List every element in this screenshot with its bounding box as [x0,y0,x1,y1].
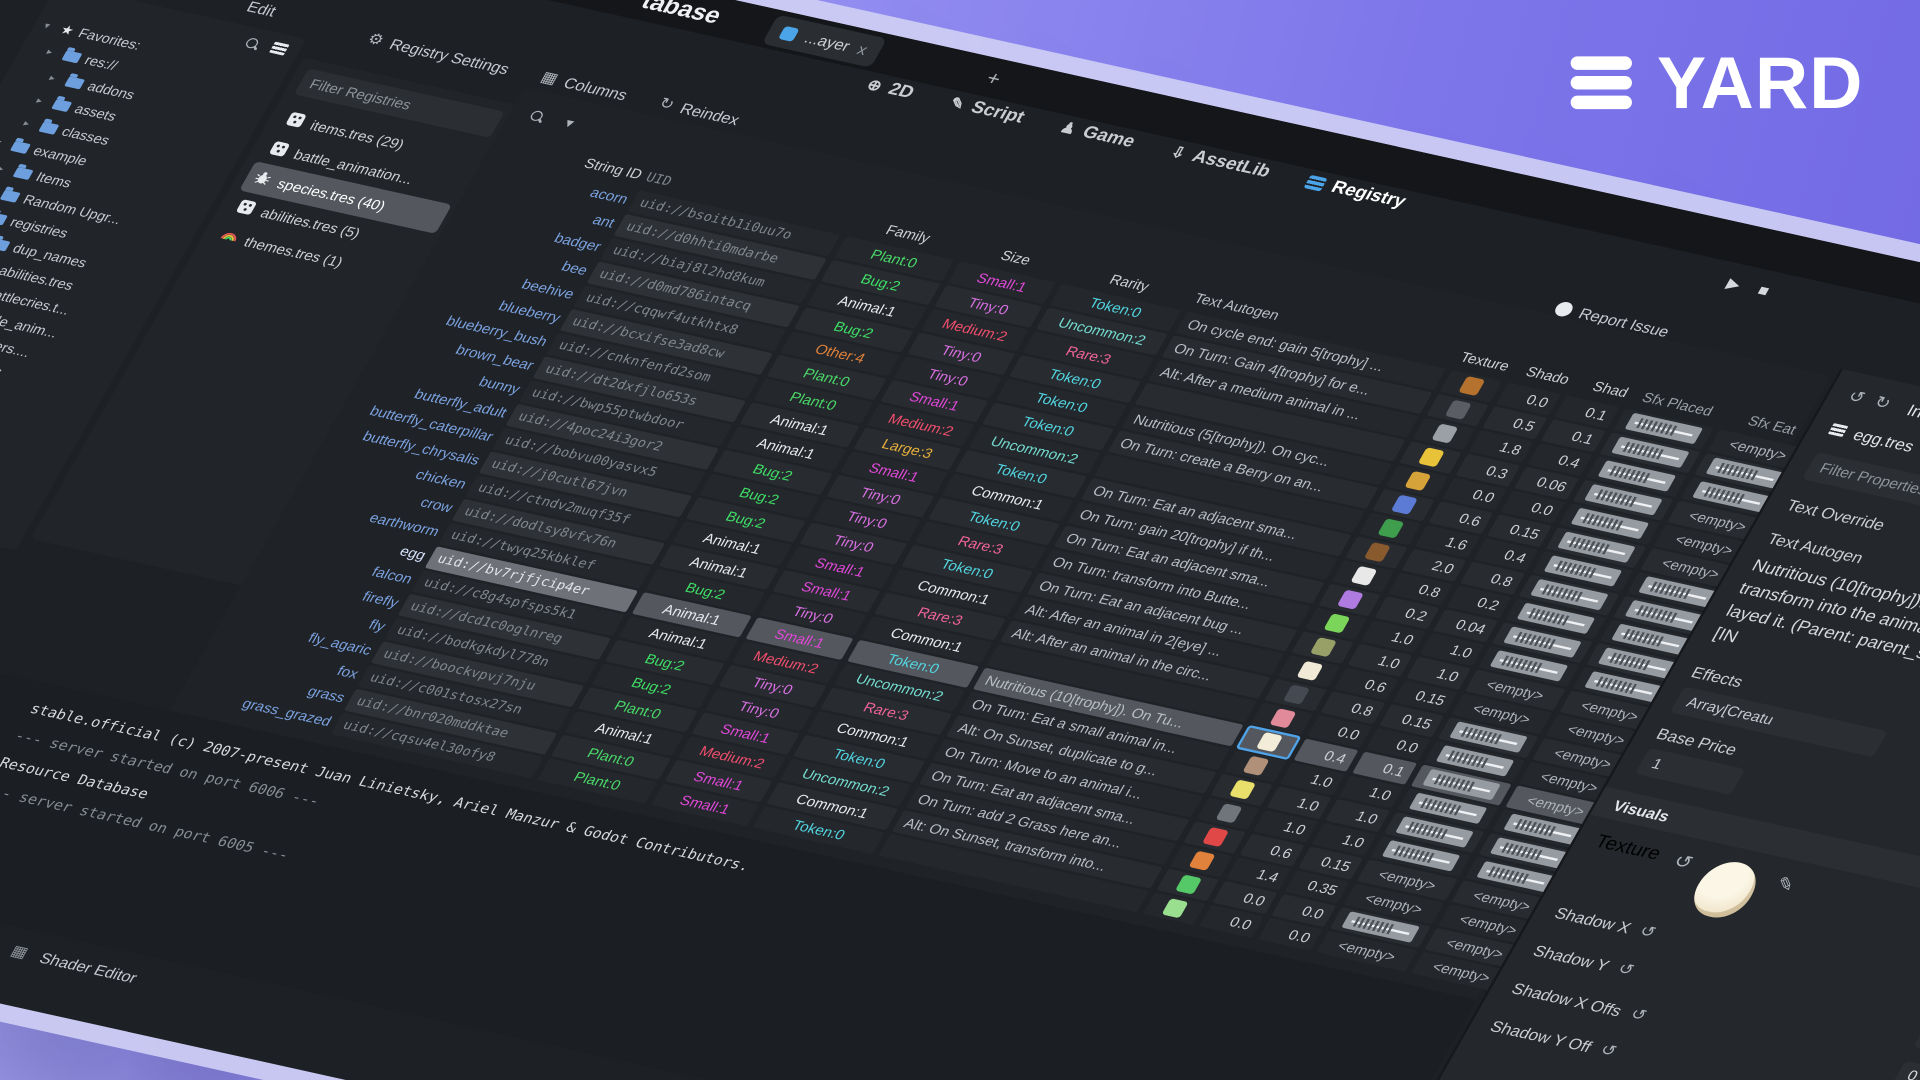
scene-tab-label: ...ayer [801,29,853,55]
resource-icon [1828,423,1848,437]
2d-icon: ⊕ [863,75,886,95]
species-texture-icon [1188,851,1215,871]
tree-arrow-icon: ▾ [42,20,58,32]
visuals-section[interactable]: Visuals [1610,796,1673,824]
registry-icon [1304,174,1328,191]
folder-icon [0,238,11,251]
species-texture-icon [1255,732,1282,752]
species-texture-icon [1417,447,1444,467]
script-icon: ✎ [946,93,969,113]
menu-edit[interactable]: Edit [244,0,280,20]
menu-file[interactable]: File [173,0,207,4]
history-back-icon[interactable]: ↺ [1844,386,1868,407]
star-icon: ★ [57,22,77,39]
tree-arrow-icon: ▾ [0,137,9,149]
species-texture-icon [1431,423,1458,443]
playback-controls: ▶ ■ [1723,274,1773,300]
resource-name: egg.tres [1850,426,1918,455]
tree-arrow-icon: ▸ [47,73,63,85]
tree-arrow-icon: ▸ [0,163,12,175]
yard-logo-text: YARD [1657,40,1864,125]
edit-texture-icon[interactable]: ✎ [1771,872,1799,897]
dice-icon [266,140,291,161]
species-texture-icon [1215,803,1242,823]
folder-icon [0,190,21,203]
species-texture-icon [1161,898,1188,918]
species-texture-icon [1296,661,1323,681]
tree-arrow-icon: ▸ [45,46,61,58]
species-texture-icon [1282,684,1309,704]
revert-icon[interactable]: ↺ [1669,850,1697,875]
scene-icon [778,25,800,41]
list-view-icon[interactable] [269,42,289,56]
filesystem-item-label: Items [33,170,74,190]
species-texture-icon [1201,827,1228,847]
property-label: Shadow Y Off [1487,1017,1595,1055]
revert-icon[interactable]: ↺ [1636,922,1659,942]
folder-icon [0,212,8,225]
revert-icon[interactable]: ↺ [1614,960,1637,980]
species-texture-icon [1363,542,1390,562]
tree-arrow-icon: ▸ [22,118,38,130]
game-icon: ♟ [1057,118,1081,138]
rainbow-icon [217,227,242,248]
folder-icon [13,167,34,180]
species-texture-icon [1350,566,1377,586]
species-texture-icon [1174,874,1201,894]
species-texture-icon [1444,400,1471,420]
property-label: Shadow Y [1530,941,1613,973]
species-texture-icon [1269,708,1296,728]
folder-icon [51,99,72,112]
texture-label: Texture [1591,832,1665,865]
close-icon[interactable]: x [854,41,871,59]
stop-icon[interactable]: ■ [1754,281,1773,300]
species-texture-icon [1458,376,1485,396]
assetlib-icon: ⇩ [1167,142,1190,162]
yard-logo: YARD [1571,40,1863,125]
search-icon[interactable] [241,36,263,52]
dice-icon [233,198,258,219]
gear-icon: ⚙ [364,29,388,49]
godot-editor-window: tabase ...ayer x + File Edit ⊕2D✎Script♟… [0,0,1920,1080]
bug-icon [250,169,275,190]
revert-icon[interactable]: ↺ [1627,1005,1650,1025]
history-forward-icon[interactable]: ↻ [1870,392,1894,413]
folder-icon [38,122,59,135]
dice-icon [283,110,308,131]
refresh-icon: ↻ [655,94,678,114]
play-icon[interactable]: ▶ [1723,274,1745,294]
species-texture-icon [1309,637,1336,657]
species-texture-icon [1336,589,1363,609]
property-label: Shadow X Offs [1509,979,1626,1019]
species-texture-icon [1242,756,1269,776]
revert-icon[interactable]: ↺ [1597,1041,1620,1061]
species-texture-icon [1228,779,1255,799]
property-value[interactable]: 0.1 [1892,1061,1920,1080]
species-texture-icon [1323,613,1350,633]
workspace-tab-label: 2D [885,79,918,102]
folder-icon [64,76,85,89]
tree-arrow-icon: ▸ [34,95,50,107]
species-texture-icon [1377,518,1404,538]
effects-label: Effects [1688,663,1746,690]
species-texture-icon [1404,471,1431,491]
yard-logo-icon [1571,56,1632,109]
folder-icon [61,50,82,63]
panel-grid-icon[interactable]: ▦ [7,942,32,963]
property-label: Shadow X [1552,904,1635,936]
filesystem-item-label: assets [72,102,119,124]
hero-background: YARD tabase ...ayer x + File Edit ⊕2D✎Sc… [0,0,1920,1080]
shader-editor-tab[interactable]: Shader Editor [37,949,141,986]
species-texture-icon [1390,494,1417,514]
registry-settings-button[interactable]: ⚙ Registry Settings [364,29,514,77]
filesystem-item-label: res:// [82,53,120,73]
folder-icon [10,141,31,154]
columns-icon: ▦ [537,68,562,89]
inspector-title: Inspector [1904,400,1920,433]
egg-texture-preview[interactable] [1683,857,1766,923]
property-value[interactable]: 0.1 [1913,1023,1920,1064]
